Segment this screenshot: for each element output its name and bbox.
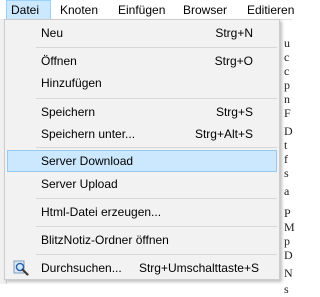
search-icon bbox=[13, 260, 29, 276]
menu-item-blitznotiz-ordner-oeffnen[interactable]: BlitzNotiz-Ordner öffnen bbox=[7, 229, 277, 251]
background-document-edge: u c c p n F D t f s a P M p D N s bbox=[282, 20, 295, 296]
menu-separator bbox=[36, 47, 277, 48]
menu-item-shortcut: Strg+Alt+S bbox=[194, 127, 253, 141]
background-text-fragment: u bbox=[284, 36, 290, 50]
menu-separator bbox=[36, 98, 277, 99]
background-text-fragment: D bbox=[284, 124, 293, 138]
menu-item-label: Öffnen bbox=[41, 54, 77, 68]
menu-item-hinzufuegen[interactable]: Hinzufügen bbox=[7, 72, 277, 94]
background-text-fragment: N bbox=[284, 266, 293, 280]
background-text-fragment: a bbox=[284, 184, 290, 198]
background-text-fragment: c bbox=[284, 64, 290, 78]
menu-item-html-datei-erzeugen[interactable]: Html-Datei erzeugen... bbox=[7, 201, 277, 223]
menubar-item-knoten[interactable]: Knoten bbox=[60, 0, 98, 20]
menu-item-speichern[interactable]: Speichern Strg+S bbox=[7, 101, 277, 123]
background-text-fragment: p bbox=[284, 78, 290, 92]
menu-item-label: Durchsuchen... bbox=[41, 261, 122, 275]
background-text-fragment: c bbox=[284, 50, 290, 64]
background-text-fragment: t bbox=[284, 138, 288, 152]
menubar-item-einfuegen[interactable]: Einfügen bbox=[118, 0, 165, 20]
menu-separator bbox=[36, 226, 277, 227]
background-text-fragment: p bbox=[284, 234, 290, 248]
menu-item-shortcut: Strg+Umschalttaste+S bbox=[138, 261, 259, 275]
background-text-fragment: F bbox=[284, 106, 291, 120]
menu-item-label: Hinzufügen bbox=[41, 76, 102, 90]
menu-item-server-download[interactable]: Server Download bbox=[7, 150, 277, 172]
background-text-fragment: D bbox=[284, 248, 293, 262]
background-text-fragment: f bbox=[284, 152, 288, 166]
background-text-fragment: n bbox=[284, 92, 290, 106]
menu-item-speichern-unter[interactable]: Speichern unter... Strg+Alt+S bbox=[7, 123, 277, 145]
menu-item-label: Server Download bbox=[41, 154, 134, 168]
menu-item-oeffnen[interactable]: Öffnen Strg+O bbox=[7, 50, 277, 72]
menu-separator bbox=[36, 254, 277, 255]
menu-item-shortcut: Strg+N bbox=[215, 26, 253, 40]
menu-item-label: Speichern bbox=[41, 105, 96, 119]
menu-bar: Datei Knoten Einfügen Browser Editieren bbox=[0, 0, 294, 20]
datei-dropdown-menu: Neu Strg+N Öffnen Strg+O Hinzufügen Spei… bbox=[4, 19, 280, 280]
menu-item-label: Speichern unter... bbox=[41, 127, 136, 141]
menubar-item-editieren[interactable]: Editieren bbox=[247, 0, 294, 20]
menu-item-shortcut: Strg+S bbox=[215, 105, 253, 119]
menu-item-label: BlitzNotiz-Ordner öffnen bbox=[41, 233, 169, 247]
menubar-item-datei[interactable]: Datei bbox=[6, 0, 51, 20]
menu-item-shortcut: Strg+O bbox=[214, 54, 253, 68]
background-text-fragment: s bbox=[284, 166, 289, 180]
menu-item-server-upload[interactable]: Server Upload bbox=[7, 173, 277, 195]
menu-item-neu[interactable]: Neu Strg+N bbox=[7, 22, 277, 44]
menu-separator bbox=[36, 147, 277, 148]
menu-separator bbox=[36, 198, 277, 199]
background-text-fragment: s bbox=[284, 282, 289, 296]
menubar-item-browser[interactable]: Browser bbox=[183, 0, 227, 20]
background-text-fragment: P bbox=[284, 206, 291, 220]
menu-item-label: Html-Datei erzeugen... bbox=[41, 205, 162, 219]
menu-item-label: Neu bbox=[41, 26, 64, 40]
background-text-fragment: M bbox=[284, 220, 295, 234]
menu-item-durchsuchen[interactable]: Durchsuchen... Strg+Umschalttaste+S bbox=[7, 257, 277, 279]
menu-item-label: Server Upload bbox=[41, 177, 118, 191]
